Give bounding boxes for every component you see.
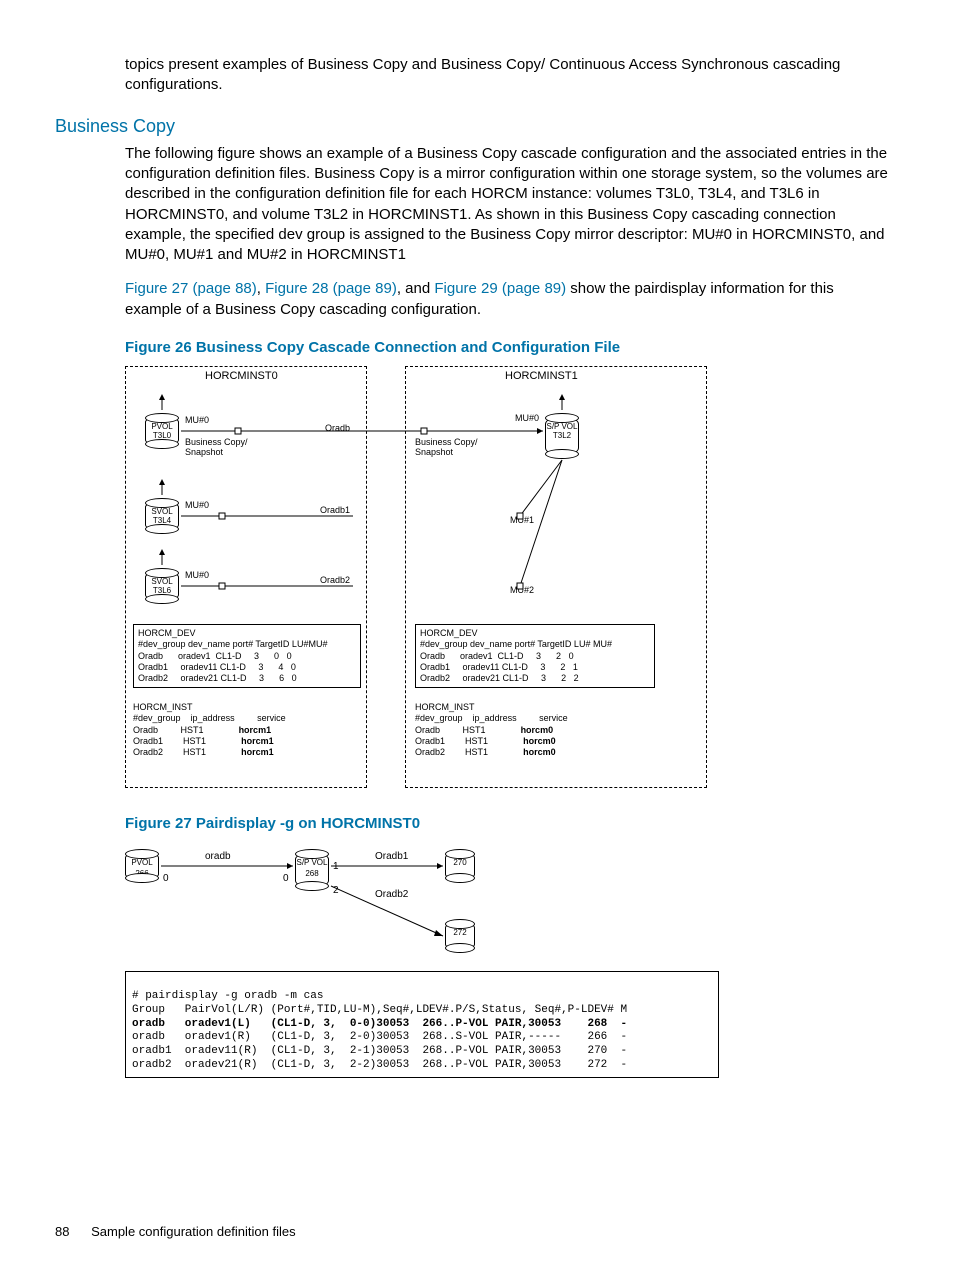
horcm-dev-label: HORCM_DEV	[420, 628, 650, 639]
label-mu0-left3: MU#0	[185, 571, 209, 581]
code-row: oradb oradev1(R) (CL1-D, 3, 2-0)30053 26…	[132, 1031, 627, 1043]
link-figure-27[interactable]: Figure 27 (page 88)	[125, 280, 257, 297]
cyl-svol-t3l4: SVOL T3L4	[145, 501, 179, 531]
intro-paragraph: topics present examples of Business Copy…	[125, 55, 894, 96]
inst-row: Oradb1 HST1 horcm1	[133, 736, 286, 747]
code-row: oradb1 oradev11(R) (CL1-D, 3, 2-1)30053 …	[132, 1045, 627, 1057]
dev-row: Oradb1 oradev11 CL1-D 3 2 1	[420, 662, 650, 673]
instblock-left: HORCM_INST #dev_group ip_address service…	[133, 702, 286, 758]
instblock-right: HORCM_INST #dev_group ip_address service…	[415, 702, 568, 758]
devbox-left: HORCM_DEV #dev_group dev_name port# Targ…	[133, 624, 361, 688]
label-horcminst0: HORCMINST0	[205, 370, 278, 382]
label-mu0-right: MU#0	[515, 414, 539, 424]
inst-row: Oradb HST1 horcm1	[133, 725, 286, 736]
label-mu0-left2: MU#0	[185, 501, 209, 511]
dev-row: Oradb oradev1 CL1-D 3 0 0	[138, 651, 356, 662]
sep: ,	[257, 280, 265, 297]
pairdisplay-output: # pairdisplay -g oradb -m cas Group Pair…	[125, 971, 719, 1077]
figure-27-caption: Figure 27 Pairdisplay -g on HORCMINST0	[125, 814, 894, 834]
code-row: oradb oradev1(L) (CL1-D, 3, 0-0)30053 26…	[132, 1018, 627, 1030]
dev-row: Oradb2 oradev21 CL1-D 3 6 0	[138, 673, 356, 684]
dev-row: Oradb2 oradev21 CL1-D 3 2 2	[420, 673, 650, 684]
link-figure-28[interactable]: Figure 28 (page 89)	[265, 280, 397, 297]
inst-header: #dev_group ip_address service	[133, 713, 286, 724]
footer-text: Sample configuration definition files	[91, 1224, 296, 1239]
paragraph-1: The following figure shows an example of…	[125, 144, 894, 266]
label-oradb: Oradb	[325, 424, 350, 434]
inst-row: Oradb2 HST1 horcm1	[133, 747, 286, 758]
page-footer: 88 Sample configuration definition files	[55, 1223, 296, 1241]
page-number: 88	[55, 1223, 69, 1241]
cyl-spvol-t3l2: S/P VOL T3L2	[545, 416, 579, 456]
label-mu1: MU#1	[510, 516, 534, 526]
inst-row: Oradb2 HST1 horcm0	[415, 747, 568, 758]
cyl-pvol-t3l0: PVOL T3L0	[145, 416, 179, 446]
label-businesscopy-right: Business Copy/ Snapshot	[415, 438, 478, 458]
figure-links-paragraph: Figure 27 (page 88), Figure 28 (page 89)…	[125, 279, 894, 320]
figure-27-diagram: PVOL 266 S/P VOL 268 270 272 oradb Oradb…	[125, 842, 615, 957]
horcm-inst-label: HORCM_INST	[133, 702, 286, 713]
inst-row: Oradb HST1 horcm0	[415, 725, 568, 736]
horcm-inst-label: HORCM_INST	[415, 702, 568, 713]
code-cmd: # pairdisplay -g oradb -m cas	[132, 990, 323, 1002]
label-oradb1: Oradb1	[320, 506, 350, 516]
label-mu2: MU#2	[510, 586, 534, 596]
dev-row: Oradb oradev1 CL1-D 3 2 0	[420, 651, 650, 662]
label-businesscopy-left: Business Copy/ Snapshot	[185, 438, 248, 458]
label-mu0-left: MU#0	[185, 416, 209, 426]
code-row: oradb2 oradev21(R) (CL1-D, 3, 2-2)30053 …	[132, 1059, 627, 1071]
code-header: Group PairVol(L/R) (Port#,TID,LU-M),Seq#…	[132, 1004, 627, 1016]
inst-row: Oradb1 HST1 horcm0	[415, 736, 568, 747]
cyl-svol-t3l6: SVOL T3L6	[145, 571, 179, 601]
section-heading-business-copy: Business Copy	[55, 114, 894, 138]
inst-header: #dev_group ip_address service	[415, 713, 568, 724]
dev-header: #dev_group dev_name port# TargetID LU# M…	[420, 639, 650, 650]
figure-26-diagram: HORCMINST0 HORCMINST1 PVOL T3L0 SVOL T3L…	[125, 366, 725, 796]
dev-row: Oradb1 oradev11 CL1-D 3 4 0	[138, 662, 356, 673]
devbox-right: HORCM_DEV #dev_group dev_name port# Targ…	[415, 624, 655, 688]
label-horcminst1: HORCMINST1	[505, 370, 578, 382]
horcm-dev-label: HORCM_DEV	[138, 628, 356, 639]
figure-26-caption: Figure 26 Business Copy Cascade Connecti…	[125, 338, 894, 358]
link-figure-29[interactable]: Figure 29 (page 89)	[434, 280, 566, 297]
label-oradb2: Oradb2	[320, 576, 350, 586]
sep: , and	[397, 280, 435, 297]
dev-header: #dev_group dev_name port# TargetID LU#MU…	[138, 639, 356, 650]
